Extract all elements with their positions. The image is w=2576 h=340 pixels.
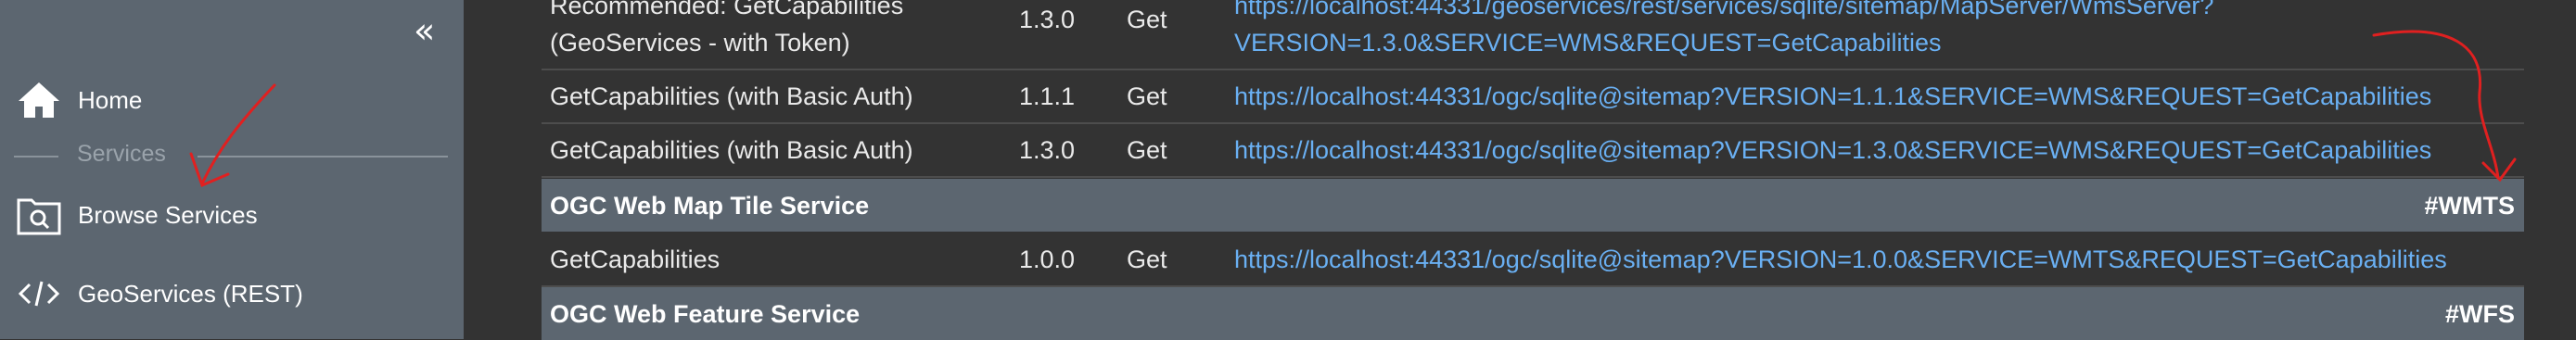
operation-name: GetCapabilities (with Basic Auth)	[550, 82, 913, 110]
section-anchor-link[interactable]: #WMTS	[2425, 192, 2516, 220]
capabilities-link[interactable]: https://localhost:44331/geoservices/rest…	[1234, 0, 2213, 61]
operation-name: GetCapabilities (with Basic Auth)	[550, 136, 913, 164]
divider-line	[198, 156, 448, 157]
sidebar-item-label: Browse Services	[78, 200, 258, 229]
sidebar: « Home Services Browse Services GeoServi…	[0, 0, 464, 339]
table-row: GetCapabilities 1.0.0 Get https://localh…	[542, 233, 2524, 287]
version-cell: 1.1.1	[1019, 82, 1076, 110]
section-header-wmts: OGC Web Map Tile Service #WMTS	[542, 179, 2524, 232]
version-cell: 1.0.0	[1019, 246, 1076, 273]
method-cell: Get	[1127, 82, 1167, 110]
version-cell: 1.3.0	[1019, 6, 1076, 33]
version-cell: 1.3.0	[1019, 136, 1076, 164]
home-icon	[16, 79, 62, 121]
capabilities-link[interactable]: https://localhost:44331/ogc/sqlite@sitem…	[1234, 246, 2447, 274]
section-anchor-link[interactable]: #WFS	[2445, 300, 2515, 329]
capabilities-link[interactable]: https://localhost:44331/ogc/sqlite@sitem…	[1234, 82, 2431, 111]
table-row: GetCapabilities (with Basic Auth) 1.3.0 …	[542, 124, 2524, 178]
code-icon	[16, 272, 62, 315]
divider-line	[14, 156, 58, 157]
section-divider-services: Services	[14, 139, 448, 169]
sidebar-item-home[interactable]: Home	[0, 72, 464, 128]
browse-services-icon	[16, 194, 62, 236]
sidebar-item-geoservices-rest[interactable]: GeoServices (REST)	[0, 266, 464, 321]
collapse-sidebar-button[interactable]: «	[414, 13, 435, 48]
section-label: Services	[77, 141, 166, 167]
method-cell: Get	[1127, 246, 1167, 273]
capabilities-link[interactable]: https://localhost:44331/ogc/sqlite@sitem…	[1234, 136, 2431, 165]
method-cell: Get	[1127, 136, 1167, 164]
section-title: OGC Web Map Tile Service	[550, 192, 870, 220]
operation-name: Recommended: GetCapabilities (GeoService…	[550, 0, 904, 57]
sidebar-item-label: Home	[78, 85, 143, 114]
table-row: Recommended: GetCapabilities (GeoService…	[542, 0, 2524, 70]
method-cell: Get	[1127, 6, 1167, 33]
table-row: GetCapabilities (with Basic Auth) 1.1.1 …	[542, 70, 2524, 124]
section-title: OGC Web Feature Service	[550, 300, 861, 328]
section-header-wfs: OGC Web Feature Service #WFS	[542, 287, 2524, 340]
sidebar-item-browse-services[interactable]: Browse Services	[0, 187, 464, 243]
operation-name: GetCapabilities	[550, 246, 721, 273]
sidebar-item-label: GeoServices (REST)	[78, 279, 303, 308]
